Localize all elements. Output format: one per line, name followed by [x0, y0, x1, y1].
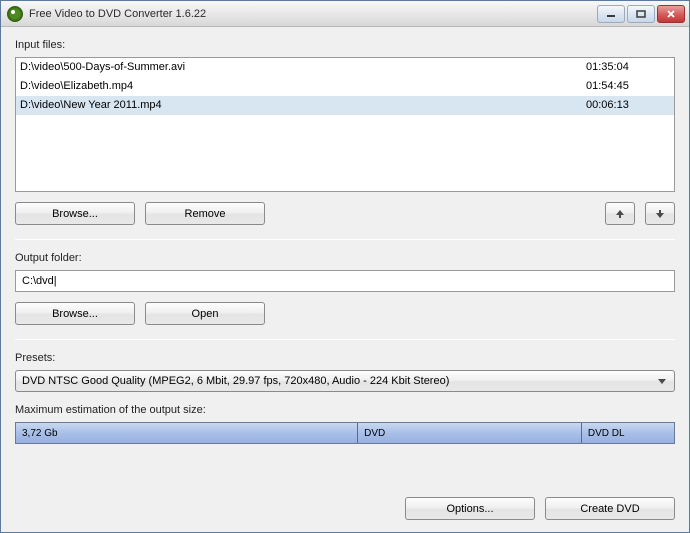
titlebar: Free Video to DVD Converter 1.6.22 — [1, 1, 689, 27]
output-folder-label: Output folder: — [15, 252, 675, 264]
open-output-button[interactable]: Open — [145, 302, 265, 325]
size-estimation-bar: 3,72 Gb DVD DVD DL — [15, 422, 675, 444]
maximize-button[interactable] — [627, 5, 655, 23]
size-dvd-segment: DVD — [358, 423, 582, 443]
arrow-down-icon — [655, 209, 665, 219]
file-row[interactable]: D:\video\Elizabeth.mp401:54:45 — [16, 77, 674, 96]
file-duration: 01:35:04 — [586, 60, 666, 75]
app-window: Free Video to DVD Converter 1.6.22 Input… — [0, 0, 690, 533]
minimize-button[interactable] — [597, 5, 625, 23]
output-folder-input[interactable] — [15, 270, 675, 292]
size-value: 3,72 Gb — [22, 428, 58, 439]
input-files-label: Input files: — [15, 39, 675, 51]
close-button[interactable] — [657, 5, 685, 23]
arrow-up-icon — [615, 209, 625, 219]
presets-dropdown[interactable]: DVD NTSC Good Quality (MPEG2, 6 Mbit, 29… — [15, 370, 675, 392]
move-down-button[interactable] — [645, 202, 675, 225]
remove-button[interactable]: Remove — [145, 202, 265, 225]
browse-input-button[interactable]: Browse... — [15, 202, 135, 225]
file-duration: 00:06:13 — [586, 98, 666, 113]
divider — [15, 239, 675, 240]
window-controls — [597, 5, 685, 23]
browse-output-button[interactable]: Browse... — [15, 302, 135, 325]
dvddl-marker: DVD DL — [588, 428, 625, 439]
dvd-marker: DVD — [364, 428, 385, 439]
content-area: Input files: D:\video\500-Days-of-Summer… — [1, 27, 689, 532]
file-path: D:\video\Elizabeth.mp4 — [20, 79, 586, 94]
window-title: Free Video to DVD Converter 1.6.22 — [29, 8, 597, 20]
file-row[interactable]: D:\video\New Year 2011.mp400:06:13 — [16, 96, 674, 115]
divider — [15, 339, 675, 340]
move-up-button[interactable] — [605, 202, 635, 225]
size-filled-segment: 3,72 Gb — [16, 423, 358, 443]
input-buttons-row: Browse... Remove — [15, 202, 675, 225]
create-dvd-button[interactable]: Create DVD — [545, 497, 675, 520]
size-dvddl-segment: DVD DL — [582, 423, 674, 443]
file-path: D:\video\New Year 2011.mp4 — [20, 98, 586, 113]
file-row[interactable]: D:\video\500-Days-of-Summer.avi01:35:04 — [16, 58, 674, 77]
options-button[interactable]: Options... — [405, 497, 535, 520]
output-buttons-row: Browse... Open — [15, 302, 675, 325]
presets-label: Presets: — [15, 352, 675, 364]
estimation-label: Maximum estimation of the output size: — [15, 404, 675, 416]
file-duration: 01:54:45 — [586, 79, 666, 94]
input-files-list[interactable]: D:\video\500-Days-of-Summer.avi01:35:04D… — [15, 57, 675, 192]
app-icon — [7, 6, 23, 22]
file-path: D:\video\500-Days-of-Summer.avi — [20, 60, 586, 75]
presets-selected-value: DVD NTSC Good Quality (MPEG2, 6 Mbit, 29… — [22, 375, 449, 387]
bottom-buttons-row: Options... Create DVD — [15, 485, 675, 520]
